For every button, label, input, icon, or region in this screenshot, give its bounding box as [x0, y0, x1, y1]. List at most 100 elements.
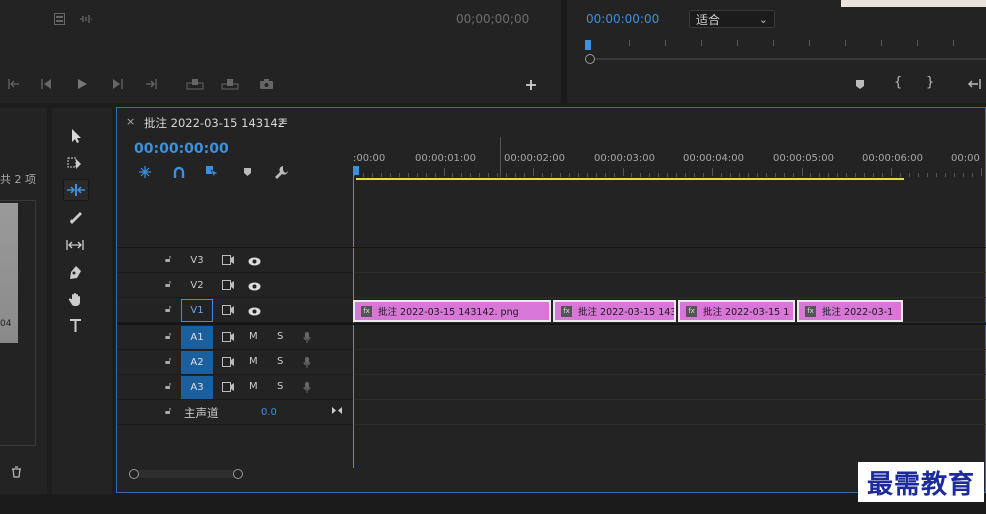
step-forward-icon[interactable]	[108, 76, 126, 92]
solo-button[interactable]: S	[277, 331, 283, 342]
clip-3[interactable]: fx 批注 2022-03-15 1	[678, 300, 795, 322]
film-icon[interactable]	[52, 12, 66, 26]
step-back-icon[interactable]	[38, 76, 56, 92]
ruler-tick	[506, 173, 508, 177]
track-lane-a3[interactable]	[354, 375, 986, 400]
snap-magnet-icon[interactable]	[171, 164, 187, 180]
close-tab-icon[interactable]: ×	[126, 115, 135, 128]
sync-lock-icon[interactable]	[221, 279, 235, 291]
lock-icon[interactable]: 🔓︎	[165, 406, 171, 417]
ruler-label: 00:00:04:00	[683, 153, 745, 164]
track-lane-v2[interactable]	[354, 273, 986, 298]
sequence-tab-title[interactable]: 批注 2022-03-15 143142	[144, 115, 285, 131]
track-target-a2[interactable]: A2	[181, 351, 213, 374]
hand-tool-icon[interactable]	[66, 290, 84, 308]
playhead-marker[interactable]	[585, 40, 591, 50]
work-area-bar[interactable]	[356, 178, 904, 180]
microphone-icon[interactable]	[301, 355, 313, 369]
track-header-a3: 🔓︎ A3 M S	[117, 375, 353, 400]
track-target-v2[interactable]: V2	[181, 274, 213, 297]
selection-tool-icon[interactable]	[67, 127, 85, 145]
track-target-a1[interactable]: A1	[181, 326, 213, 349]
ruler-tick	[416, 173, 418, 177]
timeline-zoom-scrollbar[interactable]	[129, 468, 243, 480]
sync-lock-icon[interactable]	[221, 381, 235, 393]
play-icon[interactable]	[73, 76, 91, 92]
mark-in-icon[interactable]	[5, 76, 23, 92]
track-select-tool-icon[interactable]	[65, 154, 85, 172]
program-timecode[interactable]: 00:00:00:00	[586, 12, 659, 26]
linked-selection-icon[interactable]	[204, 164, 220, 180]
clip-label: 批注 2022-03-15 143142. png	[378, 307, 519, 318]
eye-icon[interactable]	[247, 280, 261, 292]
add-button-icon[interactable]	[522, 77, 540, 93]
wrench-icon[interactable]	[273, 164, 289, 180]
ruler-label: 00:00:02:00	[504, 153, 566, 164]
track-target-a3[interactable]: A3	[181, 376, 213, 399]
audio-waveform-icon[interactable]	[77, 12, 93, 26]
solo-button[interactable]: S	[277, 356, 283, 367]
insert-icon[interactable]	[185, 76, 205, 92]
lock-icon[interactable]: 🔓︎	[165, 279, 171, 290]
add-marker-icon[interactable]	[240, 165, 254, 179]
sync-lock-icon[interactable]	[221, 304, 235, 316]
ripple-edit-tool[interactable]	[63, 179, 89, 201]
mark-in-brace-icon[interactable]: {	[894, 75, 902, 90]
trash-icon[interactable]	[9, 465, 23, 479]
clip-thumbnail[interactable]: 04	[0, 203, 18, 343]
track-lane-master[interactable]	[354, 400, 986, 425]
track-lane-a2[interactable]	[354, 350, 986, 375]
go-to-in-icon[interactable]	[963, 76, 983, 92]
camera-icon[interactable]	[256, 76, 276, 92]
track-lane-v3[interactable]	[354, 248, 986, 273]
master-volume-value[interactable]: 0.0	[261, 407, 277, 418]
eye-icon[interactable]	[247, 305, 261, 317]
mute-button[interactable]: M	[249, 331, 258, 342]
nest-icon[interactable]	[137, 164, 153, 180]
mark-out-brace-icon[interactable]: }	[926, 75, 934, 90]
add-marker-icon[interactable]	[853, 76, 867, 92]
source-timecode[interactable]: 00;00;00;00	[456, 12, 529, 26]
track-target-v1[interactable]: V1	[181, 299, 213, 322]
microphone-icon[interactable]	[301, 330, 313, 344]
track-target-v3[interactable]: V3	[181, 249, 213, 272]
ruler-tick	[443, 168, 445, 176]
sync-lock-icon[interactable]	[221, 331, 235, 343]
sync-lock-icon[interactable]	[221, 356, 235, 368]
mute-button[interactable]: M	[249, 381, 258, 392]
zoom-left-handle[interactable]	[129, 469, 139, 479]
microphone-icon[interactable]	[301, 380, 313, 394]
overwrite-icon[interactable]	[220, 76, 240, 92]
track-header-v3: 🔓︎ V3	[117, 248, 353, 273]
ruler-label: 00:00	[951, 153, 980, 164]
lock-icon[interactable]: 🔓︎	[165, 331, 171, 342]
clip-4[interactable]: fx 批注 2022-03-1	[797, 300, 903, 322]
track-lane-a1[interactable]	[354, 325, 986, 350]
zoom-right-handle[interactable]	[233, 469, 243, 479]
clip-2[interactable]: fx 批注 2022-03-15 143	[553, 300, 676, 322]
lock-icon[interactable]: 🔓︎	[165, 254, 171, 265]
type-tool-icon[interactable]	[66, 317, 84, 335]
ruler-tick	[577, 173, 579, 177]
ruler-tick	[864, 173, 866, 177]
sync-lock-icon[interactable]	[221, 254, 235, 266]
sequence-timecode[interactable]: 00:00:00:00	[134, 141, 229, 157]
pen-tool-icon[interactable]	[66, 263, 84, 281]
program-zoom-bar[interactable]	[585, 54, 986, 64]
program-mini-ruler[interactable]	[585, 40, 986, 50]
fit-dropdown[interactable]: 适合 ⌄	[689, 10, 775, 28]
ruler-tick	[425, 173, 427, 177]
panel-menu-icon[interactable]: ≡	[278, 114, 288, 128]
razor-tool-icon[interactable]	[66, 208, 84, 226]
lock-icon[interactable]: 🔓︎	[165, 381, 171, 392]
slip-tool-icon[interactable]	[65, 236, 85, 254]
clip-1[interactable]: fx 批注 2022-03-15 143142. png	[353, 300, 551, 322]
mark-out-icon[interactable]	[142, 76, 160, 92]
solo-button[interactable]: S	[277, 381, 283, 392]
zoom-handle[interactable]	[585, 54, 595, 64]
lock-icon[interactable]: 🔓︎	[165, 356, 171, 367]
go-to-end-icon[interactable]	[330, 404, 344, 416]
eye-icon[interactable]	[247, 255, 261, 267]
lock-icon[interactable]: 🔓︎	[165, 304, 171, 315]
mute-button[interactable]: M	[249, 356, 258, 367]
